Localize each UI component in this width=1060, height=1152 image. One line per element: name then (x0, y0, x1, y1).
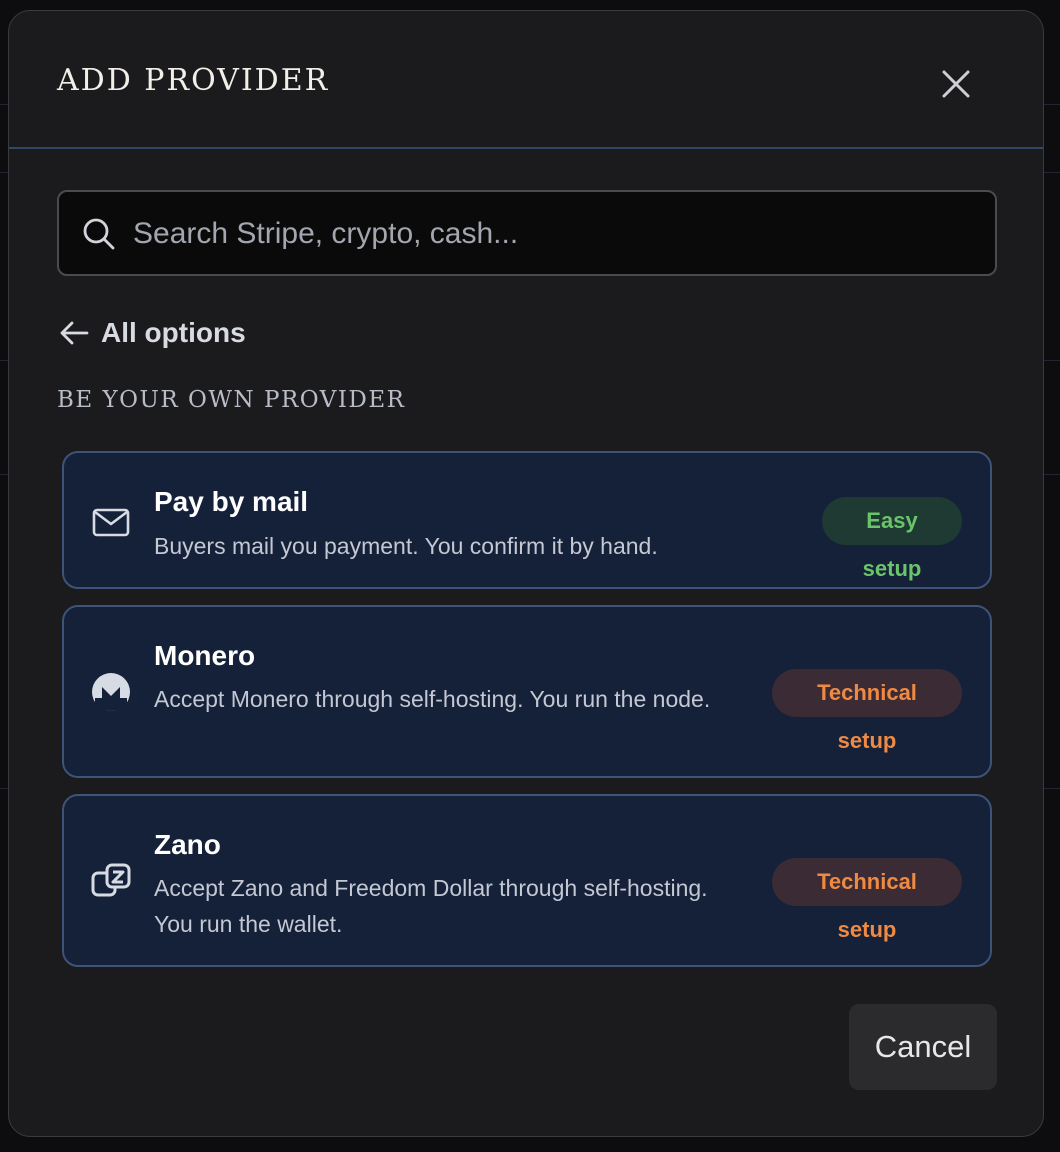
provider-title: Zano (154, 829, 221, 860)
search-box (57, 190, 997, 276)
search-icon (83, 218, 115, 250)
search-input[interactable] (131, 206, 975, 262)
close-button[interactable] (935, 63, 977, 105)
provider-description: Buyers mail you payment. You confirm it … (154, 533, 658, 559)
provider-description: Accept Zano and Freedom Dollar through s… (154, 875, 708, 937)
background-divider (0, 474, 8, 475)
modal-header: ADD PROVIDER (9, 11, 1043, 149)
close-icon (942, 70, 970, 98)
background-divider (1044, 172, 1060, 173)
background-divider (1044, 474, 1060, 475)
modal-title: ADD PROVIDER (57, 63, 330, 98)
zano-icon (91, 863, 131, 897)
provider-title: Pay by mail (154, 486, 309, 517)
provider-title: Monero (154, 640, 256, 671)
provider-card-zano[interactable]: Zano Accept Zano and Freedom Dollar thro… (62, 794, 992, 967)
monero-icon (92, 673, 130, 711)
provider-description: Accept Monero through self-hosting. You … (154, 686, 711, 712)
technical-setup-badge: Technical setup (772, 669, 962, 753)
provider-card-pay-by-mail[interactable]: Pay by mail Buyers mail you payment. You… (62, 451, 992, 589)
add-provider-modal: ADD PROVIDER All options BE YOUR OWN PRO… (8, 10, 1044, 1137)
all-options-label: All options (101, 317, 246, 348)
technical-setup-badge: Technical setup (772, 858, 962, 942)
background-divider (0, 172, 8, 173)
mail-icon (92, 508, 130, 537)
background-divider (1044, 360, 1060, 361)
provider-card-monero[interactable]: Monero Accept Monero through self-hostin… (62, 605, 992, 778)
cancel-button[interactable]: Cancel (849, 1004, 997, 1090)
background-divider (0, 788, 8, 789)
arrow-left-icon (60, 321, 89, 345)
background-divider (0, 360, 8, 361)
easy-setup-badge: Easy setup (822, 497, 962, 581)
background-divider (1044, 788, 1060, 789)
all-options-link[interactable]: All options (57, 313, 246, 353)
background-divider (1044, 104, 1060, 105)
section-heading: BE YOUR OWN PROVIDER (57, 387, 406, 413)
background-divider (0, 104, 8, 105)
